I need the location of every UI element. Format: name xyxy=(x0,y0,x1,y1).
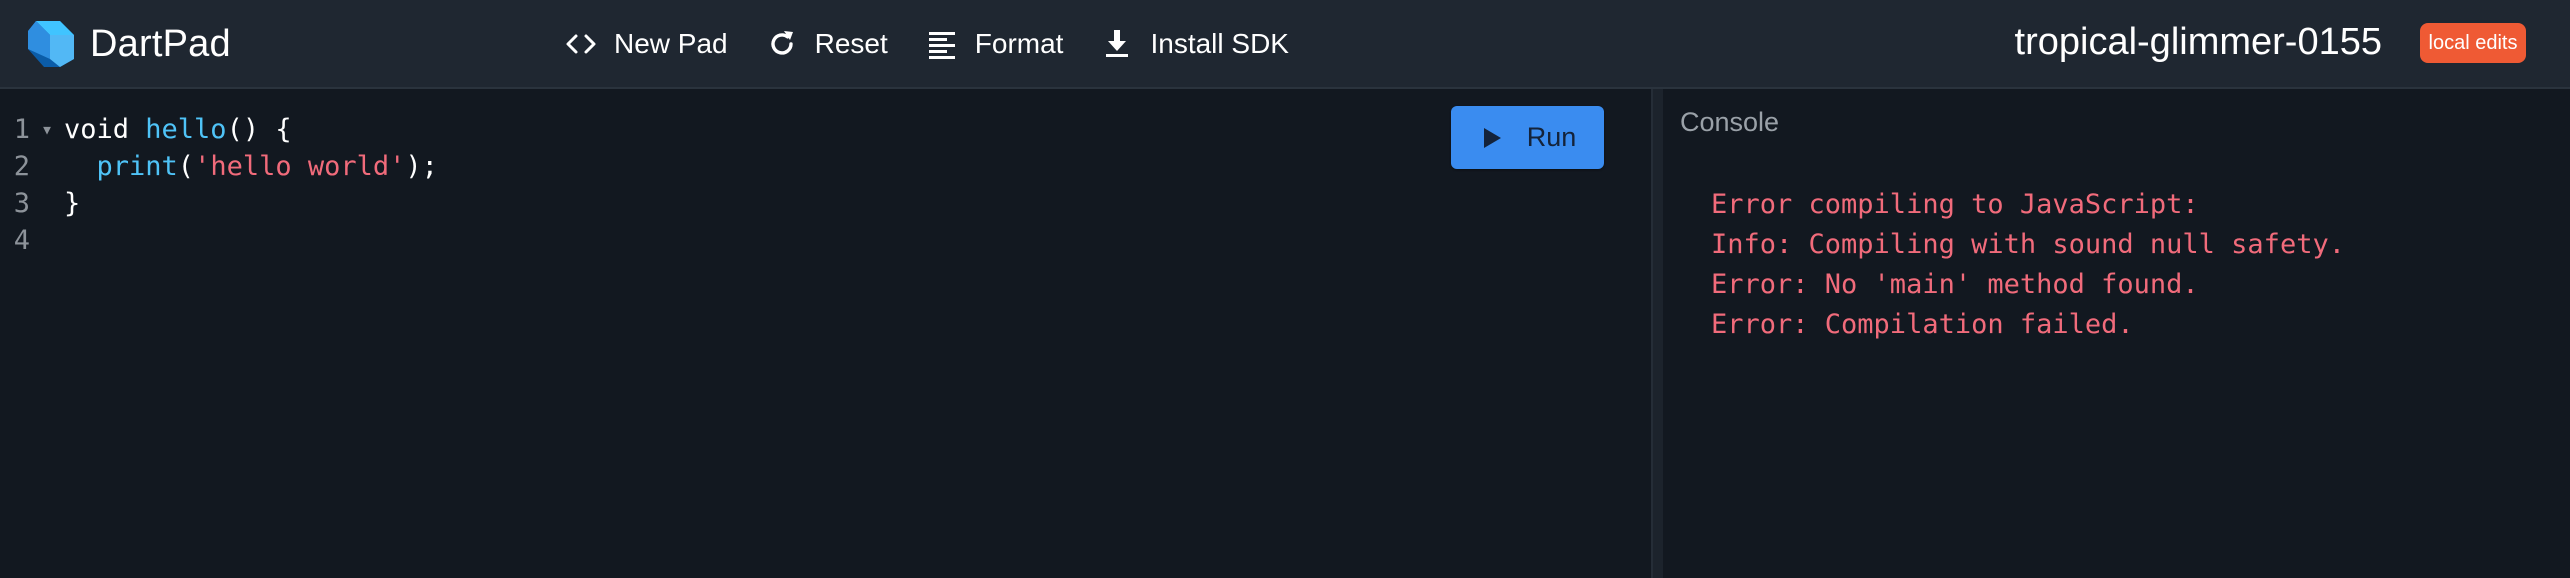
code-text: void hello() { xyxy=(64,111,292,148)
new-pad-button[interactable]: New Pad xyxy=(564,20,728,68)
format-button[interactable]: Format xyxy=(925,20,1064,68)
install-sdk-label: Install SDK xyxy=(1150,28,1289,59)
line-number: 1 xyxy=(13,114,30,145)
dartpad-app: DartPad New Pad Reset Format Install SDK… xyxy=(0,0,2570,578)
console-line: Error: Compilation failed. xyxy=(1711,309,2134,340)
top-app-bar: DartPad New Pad Reset Format Install SDK… xyxy=(0,0,2570,89)
download-icon xyxy=(1106,30,1129,57)
console-line: Error compiling to JavaScript: xyxy=(1711,189,2199,220)
format-label: Format xyxy=(974,28,1064,59)
code-line[interactable]: 2 print('hello world'); xyxy=(0,148,438,185)
pad-title: tropical-glimmer-0155 xyxy=(2014,21,2382,63)
console-line: Error: No 'main' method found. xyxy=(1711,269,2199,300)
play-icon xyxy=(1483,127,1501,148)
code-token: void xyxy=(64,114,146,145)
app-name: DartPad xyxy=(90,22,231,65)
panel-splitter[interactable] xyxy=(1651,89,1663,578)
code-line[interactable]: 3} xyxy=(0,185,438,222)
line-number: 3 xyxy=(13,188,30,219)
code-line[interactable]: 1 ▾ void hello() { xyxy=(0,111,438,148)
code-text: print('hello world'); xyxy=(64,148,438,185)
code-brackets-icon xyxy=(566,34,596,54)
fold-arrow-icon[interactable]: ▾ xyxy=(30,111,64,148)
toolbar: New Pad Reset Format Install SDK xyxy=(564,20,1326,68)
reset-label: Reset xyxy=(814,28,888,59)
reset-button[interactable]: Reset xyxy=(765,20,888,68)
code-lines: 1 ▾ void hello() {2 print('hello world'); 3… xyxy=(0,111,438,259)
install-sdk-button[interactable]: Install SDK xyxy=(1100,20,1289,68)
local-edits-badge: local edits xyxy=(2420,23,2526,63)
line-number: 2 xyxy=(13,151,30,182)
console-title: Console xyxy=(1680,107,1780,137)
run-button[interactable]: Run xyxy=(1451,106,1604,169)
code-token: 'hello world' xyxy=(194,151,406,182)
code-token: () { xyxy=(226,114,292,145)
code-text: } xyxy=(64,185,80,222)
run-label: Run xyxy=(1526,122,1577,152)
code-token: print xyxy=(96,151,178,182)
console-line: Info: Compiling with sound null safety. xyxy=(1711,229,2345,260)
code-token: ( xyxy=(177,151,195,182)
dart-logo-icon xyxy=(28,21,74,67)
new-pad-label: New Pad xyxy=(614,28,728,59)
line-number: 4 xyxy=(13,225,30,256)
console-output: Error compiling to JavaScript: Info: Com… xyxy=(1711,185,2345,345)
code-line[interactable]: 4 xyxy=(0,222,438,259)
code-token: ); xyxy=(405,151,438,182)
code-editor[interactable]: 1 ▾ void hello() {2 print('hello world'); 3… xyxy=(0,89,1651,578)
format-lines-icon xyxy=(928,32,955,59)
console-panel: Console Error compiling to JavaScript: I… xyxy=(1663,89,2570,578)
code-token: hello xyxy=(145,114,227,145)
brand[interactable]: DartPad xyxy=(26,18,231,70)
code-token: } xyxy=(64,188,81,219)
refresh-icon xyxy=(770,31,793,55)
